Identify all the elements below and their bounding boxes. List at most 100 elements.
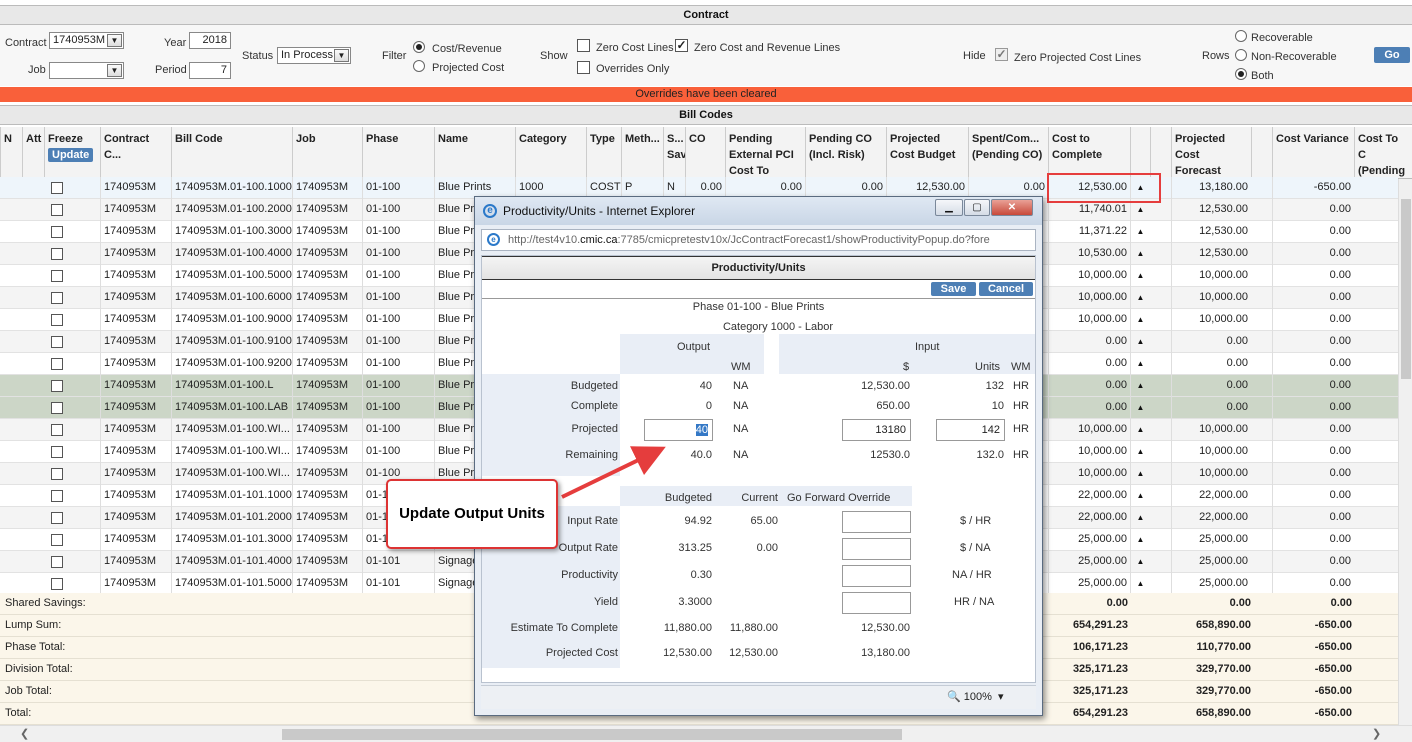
cell-forecast: 22,000.00 bbox=[1171, 507, 1251, 529]
freeze-checkbox[interactable] bbox=[51, 446, 63, 458]
freeze-checkbox[interactable] bbox=[51, 556, 63, 568]
scroll-right-icon[interactable]: ❯ bbox=[1372, 727, 1381, 740]
expand-up-icon[interactable]: ▲ bbox=[1130, 309, 1150, 331]
go-button[interactable]: Go bbox=[1374, 47, 1410, 63]
freeze-checkbox[interactable] bbox=[51, 226, 63, 238]
etc-input: 12,530.00 bbox=[861, 622, 910, 634]
freeze-checkbox[interactable] bbox=[51, 292, 63, 304]
vertical-scroll-thumb[interactable] bbox=[1401, 199, 1411, 379]
col-job[interactable]: Job bbox=[292, 127, 362, 179]
expand-up-icon[interactable]: ▲ bbox=[1130, 375, 1150, 397]
rows-non-recoverable-radio[interactable] bbox=[1235, 49, 1247, 61]
hide-zero-projected-checkbox[interactable]: ✓ bbox=[995, 48, 1008, 61]
projected-units-input[interactable]: 142 bbox=[936, 419, 1005, 441]
col-projected-cost-forecast[interactable]: Projected Cost Forecast bbox=[1171, 127, 1251, 179]
overrides-only-checkbox[interactable] bbox=[577, 61, 590, 74]
col-cost-to-complete-pending[interactable]: Cost To C (Pending C bbox=[1354, 127, 1412, 179]
freeze-checkbox[interactable] bbox=[51, 358, 63, 370]
zero-cost-revenue-checkbox[interactable]: ✓ bbox=[675, 39, 688, 52]
vertical-scrollbar[interactable] bbox=[1398, 179, 1412, 725]
status-select[interactable]: In Process ▼ bbox=[277, 47, 351, 64]
yield-override-input[interactable] bbox=[842, 592, 911, 614]
expand-up-icon[interactable]: ▲ bbox=[1130, 551, 1150, 573]
input-rate-override-input[interactable] bbox=[842, 511, 911, 533]
save-button[interactable]: Save bbox=[931, 282, 976, 296]
col-att[interactable]: Att bbox=[22, 127, 44, 179]
freeze-checkbox[interactable] bbox=[51, 534, 63, 546]
horizontal-scrollbar[interactable]: ❮ ❯ bbox=[0, 725, 1412, 742]
freeze-checkbox[interactable] bbox=[51, 424, 63, 436]
input-units-header: Units bbox=[975, 361, 1001, 373]
col-projected-cost-budget[interactable]: Projected Cost Budget bbox=[886, 127, 968, 179]
expand-up-icon[interactable]: ▲ bbox=[1130, 529, 1150, 551]
freeze-checkbox[interactable] bbox=[51, 336, 63, 348]
update-button[interactable]: Update bbox=[48, 148, 94, 162]
expand-up-icon[interactable]: ▲ bbox=[1130, 243, 1150, 265]
col-category[interactable]: Category bbox=[515, 127, 586, 179]
expand-up-icon[interactable]: ▲ bbox=[1130, 507, 1150, 529]
zero-cost-lines-checkbox[interactable] bbox=[577, 39, 590, 52]
expand-up-icon[interactable]: ▲ bbox=[1130, 397, 1150, 419]
expand-up-icon[interactable]: ▲ bbox=[1130, 419, 1150, 441]
expand-up-icon[interactable]: ▲ bbox=[1130, 441, 1150, 463]
col-pending-external[interactable]: Pending External PCI Cost To Compl bbox=[725, 127, 805, 179]
col-sav[interactable]: S... Sav bbox=[663, 127, 685, 179]
expand-up-icon[interactable]: ▲ bbox=[1130, 287, 1150, 309]
projected-output-input[interactable]: 40 bbox=[644, 419, 713, 441]
col-contract-code[interactable]: Contract C... bbox=[100, 127, 171, 179]
col-spent-committed[interactable]: Spent/Com... (Pending CO) bbox=[968, 127, 1048, 179]
freeze-checkbox[interactable] bbox=[51, 270, 63, 282]
col-cost-variance[interactable]: Cost Variance bbox=[1272, 127, 1354, 179]
horizontal-scroll-thumb[interactable] bbox=[282, 729, 902, 740]
expand-up-icon[interactable]: ▲ bbox=[1130, 463, 1150, 485]
cell-contract: 1740953M bbox=[100, 529, 171, 551]
freeze-checkbox[interactable] bbox=[51, 182, 63, 194]
expand-up-icon[interactable]: ▲ bbox=[1130, 485, 1150, 507]
period-input[interactable]: 7 bbox=[189, 62, 231, 79]
col-pending-co[interactable]: Pending CO (Incl. Risk) bbox=[805, 127, 886, 179]
freeze-checkbox[interactable] bbox=[51, 578, 63, 590]
cell-variance: 0.00 bbox=[1272, 331, 1354, 353]
year-input[interactable]: 2018 bbox=[189, 32, 231, 49]
cancel-button[interactable]: Cancel bbox=[979, 282, 1033, 296]
freeze-checkbox[interactable] bbox=[51, 204, 63, 216]
freeze-checkbox[interactable] bbox=[51, 314, 63, 326]
minimize-icon[interactable]: ▁ bbox=[935, 199, 963, 216]
freeze-checkbox[interactable] bbox=[51, 468, 63, 480]
col-bill-code[interactable]: Bill Code bbox=[171, 127, 292, 179]
filter-cost-revenue-radio[interactable] bbox=[413, 41, 425, 53]
freeze-checkbox[interactable] bbox=[51, 402, 63, 414]
col-phase[interactable]: Phase bbox=[362, 127, 434, 179]
expand-up-icon[interactable]: ▲ bbox=[1130, 221, 1150, 243]
output-rate-override-input[interactable] bbox=[842, 538, 911, 560]
expand-up-icon[interactable]: ▲ bbox=[1130, 265, 1150, 287]
col-name[interactable]: Name bbox=[434, 127, 515, 179]
maximize-icon[interactable]: ▢ bbox=[964, 199, 990, 216]
job-select[interactable]: ▼ bbox=[49, 62, 124, 79]
col-cost-to-complete[interactable]: Cost to Complete bbox=[1048, 127, 1130, 179]
etc-budgeted: 11,880.00 bbox=[663, 622, 712, 634]
url-bar[interactable]: e http://test4v10.cmic.ca:7785/cmicprete… bbox=[481, 229, 1036, 251]
zoom-control[interactable]: 🔍 100% ▾ bbox=[947, 690, 1004, 703]
freeze-checkbox[interactable] bbox=[51, 380, 63, 392]
freeze-checkbox[interactable] bbox=[51, 248, 63, 260]
scroll-left-icon[interactable]: ❮ bbox=[20, 727, 29, 740]
expand-up-icon[interactable]: ▲ bbox=[1130, 573, 1150, 595]
freeze-checkbox[interactable] bbox=[51, 490, 63, 502]
col-type[interactable]: Type bbox=[586, 127, 621, 179]
close-icon[interactable]: ✕ bbox=[991, 199, 1033, 216]
contract-select[interactable]: 1740953M ▼ bbox=[49, 32, 124, 49]
col-co[interactable]: CO bbox=[685, 127, 725, 179]
projected-dollar-input[interactable]: 13180 bbox=[842, 419, 911, 441]
expand-up-icon[interactable]: ▲ bbox=[1130, 353, 1150, 375]
expand-up-icon[interactable]: ▲ bbox=[1130, 331, 1150, 353]
popup-titlebar[interactable]: e Productivity/Units - Internet Explorer… bbox=[475, 197, 1042, 225]
filter-projected-cost-radio[interactable] bbox=[413, 60, 425, 72]
col-n[interactable]: N bbox=[0, 127, 22, 179]
col-method[interactable]: Meth... bbox=[621, 127, 663, 179]
rows-recoverable-radio[interactable] bbox=[1235, 30, 1247, 42]
productivity-override-input[interactable] bbox=[842, 565, 911, 587]
cell-job: 1740953M bbox=[292, 507, 362, 529]
freeze-checkbox[interactable] bbox=[51, 512, 63, 524]
rows-both-radio[interactable] bbox=[1235, 68, 1247, 80]
